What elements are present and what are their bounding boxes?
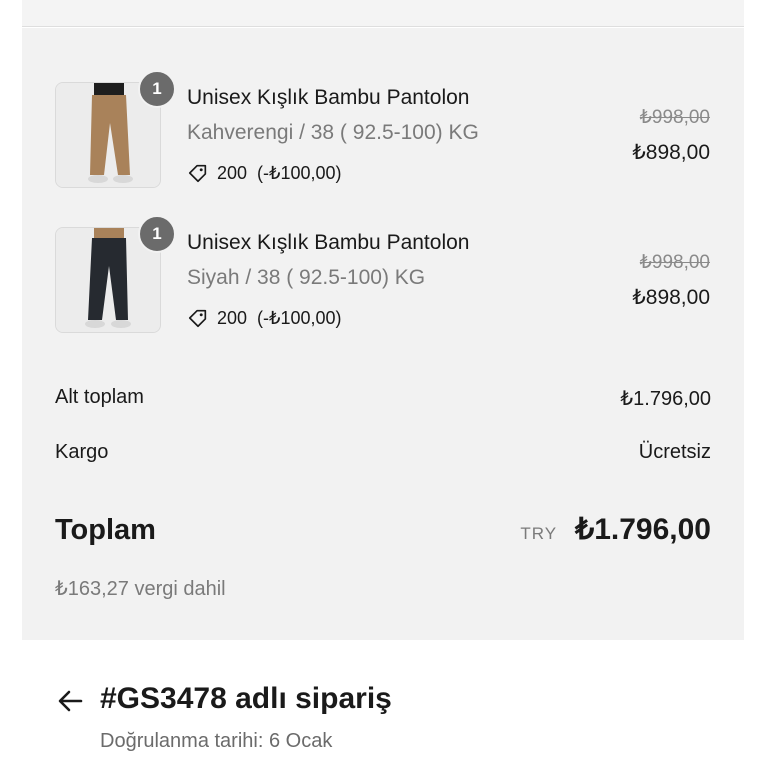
total-label: Toplam <box>55 514 156 546</box>
discount-amount: (-₺100,00) <box>257 307 342 328</box>
subtotal-label: Alt toplam <box>55 386 144 408</box>
original-price: ₺998,00 <box>639 107 710 128</box>
currency-code: TRY <box>520 524 558 543</box>
quantity-badge: 1 <box>138 70 176 108</box>
original-price: ₺998,00 <box>639 252 710 273</box>
product-name: Unisex Kışlık Bambu Pantolon <box>187 86 470 109</box>
order-header: #GS3478 adlı sipariş Doğrulanma tarihi: … <box>22 650 744 768</box>
shipping-value: Ücretsiz <box>638 441 711 463</box>
top-strip <box>22 0 744 27</box>
order-confirmed-date: Doğrulanma tarihi: 6 Ocak <box>100 730 333 752</box>
product-name: Unisex Kışlık Bambu Pantolon <box>187 231 470 254</box>
product-variant: Siyah / 38 ( 92.5-100) KG <box>187 266 426 289</box>
tag-icon <box>188 164 207 183</box>
product-variant: Kahverengi / 38 ( 92.5-100) KG <box>187 121 479 144</box>
discount-line: 200 (-₺100,00) <box>187 307 342 329</box>
final-price: ₺898,00 <box>632 141 710 164</box>
final-price: ₺898,00 <box>632 286 710 309</box>
total-amount: ₺1.796,00 <box>575 513 711 546</box>
order-summary: 1 Unisex Kışlık Bambu Pantolon Kahvereng… <box>22 28 744 640</box>
subtotal-row: Alt toplam ₺1.796,00 <box>55 386 711 411</box>
arrow-left-icon[interactable] <box>55 686 85 716</box>
order-title: #GS3478 adlı sipariş <box>100 682 392 715</box>
discount-code: 200 <box>217 162 248 183</box>
shipping-label: Kargo <box>55 441 109 463</box>
tag-icon <box>188 309 207 328</box>
subtotal-value: ₺1.796,00 <box>620 388 711 410</box>
line-item: 1 Unisex Kışlık Bambu Pantolon Kahvereng… <box>22 70 744 194</box>
total-amount-group: TRY ₺1.796,00 <box>520 512 711 547</box>
shipping-row: Kargo Ücretsiz <box>55 441 711 464</box>
quantity-badge: 1 <box>138 215 176 253</box>
discount-code: 200 <box>217 307 248 328</box>
total-row: Toplam TRY ₺1.796,00 <box>55 512 711 547</box>
line-item: 1 Unisex Kışlık Bambu Pantolon Siyah / 3… <box>22 215 744 339</box>
discount-line: 200 (-₺100,00) <box>187 162 342 184</box>
discount-amount: (-₺100,00) <box>257 162 342 183</box>
tax-note: ₺163,27 vergi dahil <box>55 578 226 600</box>
